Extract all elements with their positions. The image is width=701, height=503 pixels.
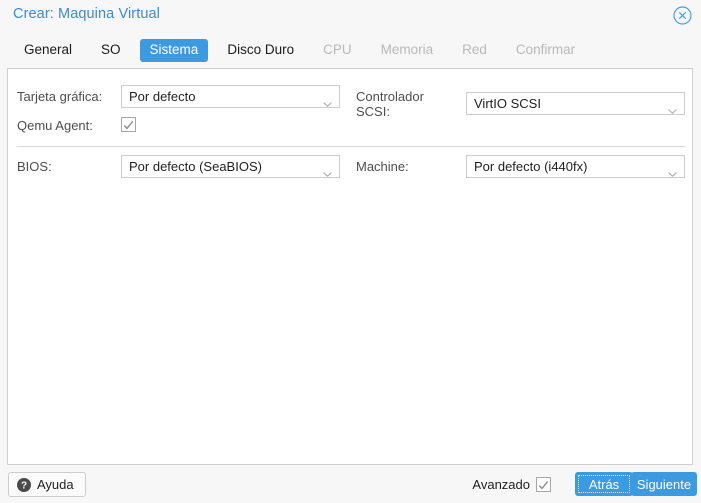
chevron-down-icon bbox=[323, 95, 332, 107]
machine-select[interactable]: Por defecto (i440fx) bbox=[466, 155, 685, 178]
qemu-agent-checkbox[interactable] bbox=[121, 117, 136, 132]
help-button[interactable]: ? Ayuda bbox=[8, 472, 86, 497]
chevron-down-icon bbox=[323, 165, 332, 177]
field-machine: Machine: Por defecto (i440fx) bbox=[356, 155, 685, 178]
graphic-card-select[interactable]: Por defecto bbox=[121, 85, 340, 108]
scsi-controller-select[interactable]: VirtIO SCSI bbox=[466, 92, 685, 115]
chevron-down-icon bbox=[668, 102, 677, 114]
bios-label: BIOS: bbox=[17, 159, 52, 174]
scsi-controller-value: VirtIO SCSI bbox=[474, 96, 541, 111]
dialog-title: Crear: Maquina Virtual bbox=[13, 6, 161, 22]
tab-general[interactable]: General bbox=[14, 39, 82, 62]
advanced-label: Avanzado bbox=[472, 477, 530, 492]
next-button[interactable]: Siguiente bbox=[631, 472, 697, 496]
field-scsi-controller: Controlador SCSI: VirtIO SCSI bbox=[356, 85, 685, 119]
bios-select[interactable]: Por defecto (SeaBIOS) bbox=[121, 155, 340, 178]
check-icon bbox=[538, 479, 549, 490]
check-icon bbox=[123, 119, 134, 130]
scsi-controller-label: Controlador SCSI: bbox=[356, 85, 466, 119]
advanced-checkbox[interactable] bbox=[536, 477, 551, 492]
tab-confirmar: Confirmar bbox=[515, 41, 576, 57]
machine-label: Machine: bbox=[356, 159, 409, 174]
next-button-label: Siguiente bbox=[636, 476, 692, 492]
sistema-panel: Tarjeta gráfica: Por defecto Qemu Agent:… bbox=[7, 68, 693, 465]
dialog-footer: ? Ayuda Avanzado Atrás Siguiente bbox=[0, 466, 701, 503]
field-bios: BIOS: Por defecto (SeaBIOS) bbox=[17, 155, 340, 178]
question-circle-icon: ? bbox=[17, 477, 31, 492]
advanced-toggle[interactable]: Avanzado bbox=[472, 477, 551, 492]
help-button-label: Ayuda bbox=[37, 477, 74, 492]
tab-red: Red bbox=[462, 41, 487, 57]
tab-disco-duro[interactable]: Disco Duro bbox=[217, 39, 304, 62]
scsi-controller-label-line2: SCSI: bbox=[356, 104, 390, 119]
machine-value: Por defecto (i440fx) bbox=[474, 159, 588, 174]
field-qemu-agent: Qemu Agent: bbox=[17, 114, 136, 133]
graphic-card-value: Por defecto bbox=[129, 89, 196, 104]
section-divider bbox=[17, 146, 685, 147]
field-graphic-card: Tarjeta gráfica: Por defecto bbox=[17, 85, 340, 108]
dialog-titlebar: Crear: Maquina Virtual bbox=[0, 0, 701, 31]
back-button[interactable]: Atrás bbox=[575, 472, 633, 496]
qemu-agent-label: Qemu Agent: bbox=[17, 118, 93, 133]
tab-cpu: CPU bbox=[323, 41, 352, 57]
tab-memoria: Memoria bbox=[380, 41, 434, 57]
back-button-label: Atrás bbox=[588, 476, 620, 492]
bios-value: Por defecto (SeaBIOS) bbox=[129, 159, 262, 174]
tab-sistema[interactable]: Sistema bbox=[139, 38, 209, 62]
tab-so[interactable]: SO bbox=[91, 39, 131, 62]
scsi-controller-label-line1: Controlador bbox=[356, 89, 424, 104]
close-icon[interactable] bbox=[673, 6, 692, 25]
wizard-tabs: General SO Sistema Disco Duro CPU Memori… bbox=[0, 34, 701, 66]
create-vm-dialog: Crear: Maquina Virtual General SO Sistem… bbox=[0, 0, 701, 503]
graphic-card-label: Tarjeta gráfica: bbox=[17, 89, 103, 104]
chevron-down-icon bbox=[668, 165, 677, 177]
svg-text:?: ? bbox=[21, 480, 27, 491]
